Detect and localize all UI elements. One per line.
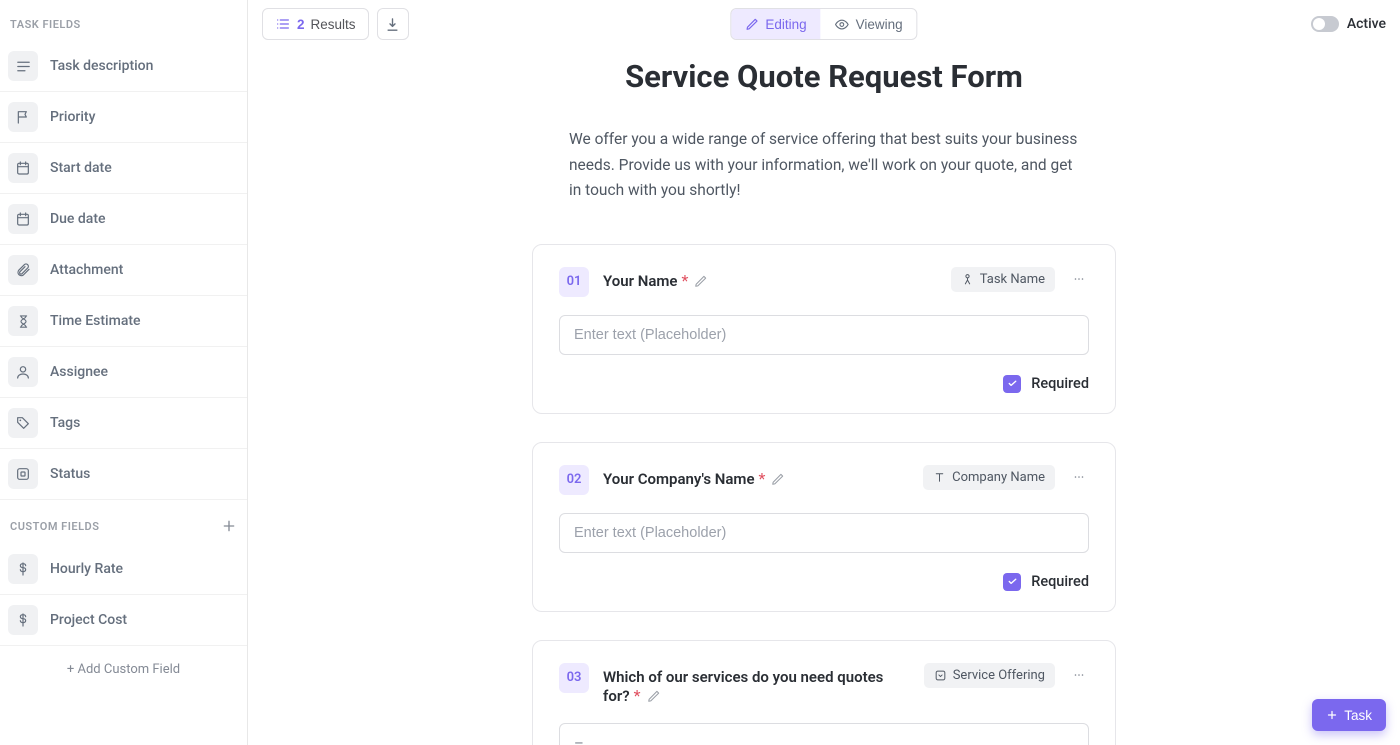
task-field-task-description[interactable]: Task description (0, 41, 247, 92)
hourglass-icon (8, 306, 38, 336)
mode-toggle: Editing Viewing (730, 8, 917, 40)
pencil-icon[interactable] (647, 689, 661, 703)
question-select[interactable]: – (559, 723, 1089, 745)
sidebar-item-label: Assignee (50, 364, 108, 380)
dropdown-icon (934, 669, 947, 682)
form-description[interactable]: We offer you a wide range of service off… (559, 127, 1089, 204)
field-mapping-badge[interactable]: Task Name (951, 267, 1055, 292)
task-field-start-date[interactable]: Start date (0, 143, 247, 194)
tag-icon (8, 408, 38, 438)
more-icon[interactable] (1069, 267, 1089, 291)
active-label: Active (1347, 16, 1386, 32)
sidebar-item-label: Project Cost (50, 612, 127, 628)
task-field-due-date[interactable]: Due date (0, 194, 247, 245)
editing-label: Editing (765, 17, 806, 32)
question-card-02[interactable]: 02 Your Company's Name* Company Name Requir… (532, 442, 1116, 612)
question-card-01[interactable]: 01 Your Name* Task Name Required (532, 244, 1116, 414)
text-icon (933, 471, 946, 484)
field-mapping-label: Service Offering (953, 668, 1045, 683)
question-number: 02 (559, 465, 589, 495)
question-title[interactable]: Your Company's Name (603, 470, 755, 488)
custom-fields-header: CUSTOM FIELDS (0, 500, 247, 544)
question-title[interactable]: Which of our services do you need quotes… (603, 668, 883, 705)
status-icon (8, 459, 38, 489)
paperclip-icon (8, 255, 38, 285)
dollar-icon (8, 554, 38, 584)
sidebar-item-label: Start date (50, 160, 112, 176)
list-icon (275, 16, 291, 32)
required-label: Required (1031, 375, 1089, 392)
required-star: * (682, 271, 689, 290)
pencil-icon (745, 17, 759, 31)
task-field-attachment[interactable]: Attachment (0, 245, 247, 296)
add-custom-field-icon[interactable] (221, 518, 237, 534)
sidebar: TASK FIELDS Task description Priority Star… (0, 0, 248, 745)
calendar-icon (8, 153, 38, 183)
new-task-button[interactable]: Task (1312, 699, 1386, 731)
field-mapping-badge[interactable]: Service Offering (924, 663, 1055, 688)
person-icon (8, 357, 38, 387)
flag-icon (8, 102, 38, 132)
required-checkbox[interactable] (1003, 375, 1021, 393)
sidebar-item-label: Due date (50, 211, 106, 227)
main-content: Service Quote Request Form We offer you … (248, 48, 1400, 745)
task-fields-header-label: TASK FIELDS (10, 18, 81, 31)
pencil-icon[interactable] (771, 472, 785, 486)
task-field-status[interactable]: Status (0, 449, 247, 500)
sidebar-item-label: Time Estimate (50, 313, 141, 329)
sidebar-item-label: Task description (50, 58, 153, 74)
task-field-priority[interactable]: Priority (0, 92, 247, 143)
field-mapping-label: Company Name (952, 470, 1045, 485)
form-title[interactable]: Service Quote Request Form (248, 58, 1400, 95)
question-title[interactable]: Your Name (603, 272, 678, 290)
description-icon (8, 51, 38, 81)
topbar: 2 Results Editing Viewing Active (248, 0, 1400, 48)
more-icon[interactable] (1069, 465, 1089, 489)
results-label: Results (311, 17, 356, 32)
results-button[interactable]: 2 Results (262, 8, 369, 40)
dollar-icon (8, 605, 38, 635)
sidebar-item-label: Tags (50, 415, 80, 431)
viewing-label: Viewing (856, 17, 903, 32)
task-fab-label: Task (1344, 708, 1372, 723)
viewing-mode-button[interactable]: Viewing (821, 9, 917, 39)
question-card-03[interactable]: 03 Which of our services do you need quot… (532, 640, 1116, 745)
custom-field-project-cost[interactable]: Project Cost (0, 595, 247, 646)
sidebar-item-label: Attachment (50, 262, 123, 278)
question-input[interactable] (559, 315, 1089, 355)
task-field-time-estimate[interactable]: Time Estimate (0, 296, 247, 347)
question-input[interactable] (559, 513, 1089, 553)
task-field-assignee[interactable]: Assignee (0, 347, 247, 398)
required-checkbox[interactable] (1003, 573, 1021, 591)
download-icon (385, 17, 400, 32)
active-toggle[interactable] (1311, 16, 1339, 32)
required-star: * (759, 469, 766, 488)
more-icon[interactable] (1069, 663, 1089, 687)
question-number: 03 (559, 663, 589, 693)
sidebar-item-label: Status (50, 466, 90, 482)
custom-fields-header-label: CUSTOM FIELDS (10, 520, 99, 533)
question-number: 01 (559, 267, 589, 297)
field-mapping-badge[interactable]: Company Name (923, 465, 1055, 490)
task-fields-header: TASK FIELDS (0, 0, 247, 41)
field-mapping-label: Task Name (980, 272, 1045, 287)
required-star: * (634, 686, 641, 705)
add-custom-field-button[interactable]: + Add Custom Field (0, 646, 247, 693)
plus-icon (1326, 709, 1338, 721)
download-button[interactable] (377, 8, 409, 40)
required-label: Required (1031, 573, 1089, 590)
sidebar-item-label: Priority (50, 109, 95, 125)
task-field-tags[interactable]: Tags (0, 398, 247, 449)
custom-field-hourly-rate[interactable]: Hourly Rate (0, 544, 247, 595)
editing-mode-button[interactable]: Editing (731, 9, 820, 39)
results-count: 2 (297, 17, 305, 32)
task-icon (961, 273, 974, 286)
pencil-icon[interactable] (694, 274, 708, 288)
eye-icon (835, 17, 850, 32)
calendar-icon (8, 204, 38, 234)
sidebar-item-label: Hourly Rate (50, 561, 123, 577)
